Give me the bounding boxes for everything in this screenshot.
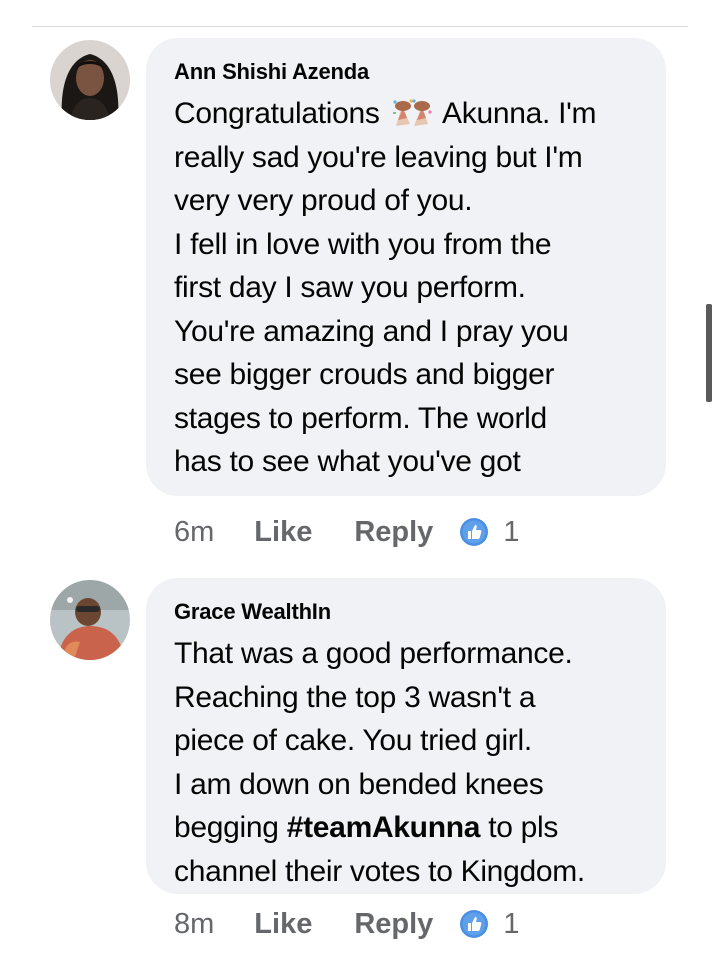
comment-line-text: Akunna. I'm (435, 97, 597, 130)
comment-line: first day I saw you perform. (174, 271, 526, 304)
comment-text: That was a good performance. Reaching th… (174, 632, 638, 893)
comment-author[interactable]: Grace WealthIn (174, 598, 638, 626)
reply-button[interactable]: Reply (354, 516, 433, 549)
comment-line: channel their votes to Kingdom. (174, 854, 585, 888)
avatar[interactable] (50, 580, 130, 660)
comment-timestamp[interactable]: 8m (174, 908, 214, 941)
comment-line: very very proud of you. (174, 184, 473, 217)
top-divider (32, 26, 688, 27)
party-popper-icon (390, 98, 434, 128)
profile-photo-icon (50, 580, 130, 660)
comment-actions: 8m Like Reply 1 (174, 904, 519, 944)
comment-line: I fell in love with you from the (174, 227, 552, 261)
comment-line: I am down on bended knees (174, 767, 544, 801)
comment-line: begging #teamAkunna to pls (174, 806, 638, 850)
thumbs-up-icon[interactable] (459, 517, 489, 547)
comment-timestamp[interactable]: 6m (174, 516, 214, 549)
like-button[interactable]: Like (254, 516, 312, 549)
like-button[interactable]: Like (254, 908, 312, 941)
comment-actions: 6m Like Reply 1 (174, 512, 519, 552)
profile-photo-icon (50, 40, 130, 120)
comment-line-text: begging (174, 811, 287, 844)
comment-line: Reaching the top 3 wasn't a (174, 680, 536, 714)
comment-author[interactable]: Ann Shishi Azenda (174, 58, 638, 86)
reply-button[interactable]: Reply (354, 908, 433, 941)
reaction-count[interactable]: 1 (503, 908, 519, 941)
comment-line: piece of cake. You tried girl. (174, 724, 532, 757)
scrollbar-thumb[interactable] (706, 304, 712, 402)
comment-line: Congratulations Akunna. I'm (174, 92, 638, 136)
comment-bubble: Ann Shishi Azenda Congratulations Akunna… (146, 38, 666, 496)
comment-bubble: Grace WealthIn That was a good performan… (146, 578, 666, 894)
comment-line: That was a good performance. (174, 637, 573, 670)
avatar[interactable] (50, 40, 130, 120)
comment-line: see bigger crouds and bigger (174, 358, 555, 391)
comment-line: has to see what you've got (174, 445, 521, 478)
comment-line: You're amazing and I pray you (174, 314, 569, 348)
thumbs-up-icon[interactable] (459, 909, 489, 939)
hashtag-link[interactable]: #teamAkunna (287, 811, 481, 844)
comment-text: Congratulations Akunna. I'm really sad y… (174, 92, 638, 484)
comment-line-text: to pls (480, 811, 559, 844)
comment-line: really sad you're leaving but I'm (174, 140, 583, 174)
reaction-count[interactable]: 1 (503, 516, 519, 549)
comment-line-text: Congratulations (174, 97, 388, 130)
comment-line: stages to perform. The world (174, 401, 547, 435)
